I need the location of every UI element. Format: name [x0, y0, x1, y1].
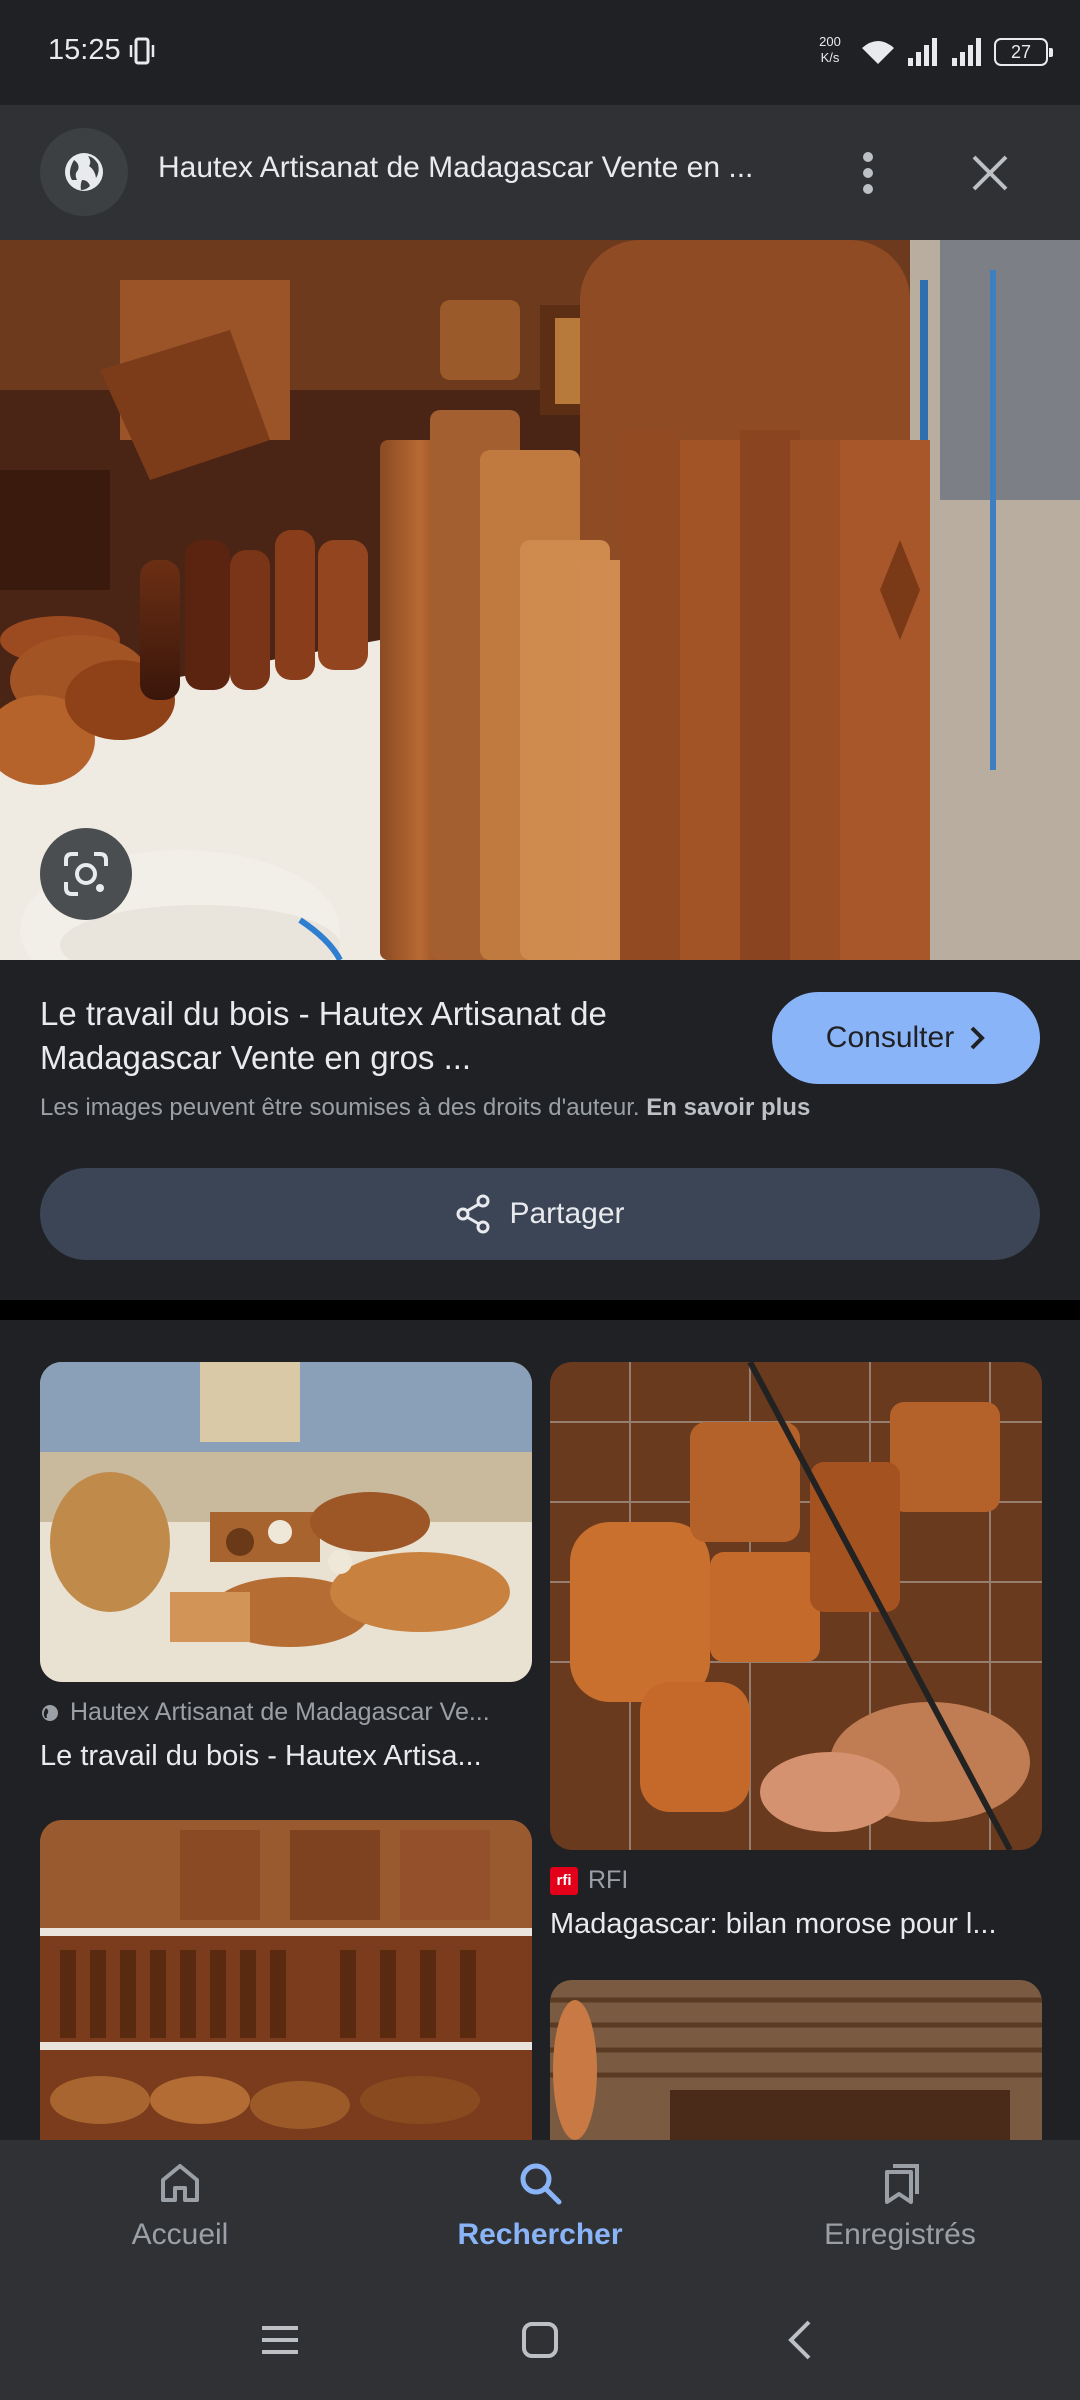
related-image-3[interactable]	[40, 1820, 532, 2140]
related-image-4[interactable]	[550, 1980, 1042, 2140]
rfi-logo-icon: rfi	[550, 1866, 578, 1895]
square-home-icon	[522, 2322, 558, 2358]
net-speed-unit: K/s	[820, 50, 840, 65]
copyright-text: Les images peuvent être soumises à des d…	[40, 1094, 640, 1121]
wood-shelves-photo	[40, 1820, 532, 2140]
recents-button[interactable]	[250, 2314, 310, 2366]
system-navigation-bar	[0, 2280, 1080, 2400]
image-info-panel: Le travail du bois - Hautex Artisanat de…	[0, 960, 1080, 1300]
vibrate-icon	[129, 37, 155, 65]
close-icon[interactable]	[966, 149, 1014, 197]
status-time: 15:25	[48, 34, 121, 66]
nav-search[interactable]: Rechercher	[410, 2160, 670, 2270]
back-button[interactable]	[770, 2314, 830, 2366]
related-source-1-text: Hautex Artisanat de Madagascar Ve...	[70, 1698, 490, 1726]
bottom-navigation: Accueil Rechercher Enregistrés	[0, 2140, 1080, 2280]
related-source-1: Hautex Artisanat de Madagascar Ve...	[40, 1698, 490, 1727]
battery-indicator: 27	[994, 38, 1053, 66]
google-lens-button[interactable]	[40, 828, 132, 920]
menu-icon	[262, 2326, 298, 2354]
wood-crafts-shop-photo	[40, 1362, 532, 1682]
related-image-1[interactable]	[40, 1362, 532, 1682]
nav-home-label: Accueil	[131, 2218, 229, 2251]
share-button[interactable]: Partager	[40, 1168, 1040, 1260]
search-icon	[520, 2163, 562, 2205]
globe-icon	[65, 153, 103, 191]
google-lens-icon	[64, 852, 108, 896]
nav-home[interactable]: Accueil	[50, 2160, 310, 2270]
related-title-1[interactable]: Le travail du bois - Hautex Artisa...	[40, 1740, 482, 1773]
share-label: Partager	[509, 1197, 625, 1230]
viewer-header: Hautex Artisanat de Madagascar Vente en …	[0, 105, 1080, 240]
share-icon	[456, 1194, 490, 1234]
nav-saved[interactable]: Enregistrés	[770, 2160, 1030, 2270]
back-chevron-icon	[788, 2320, 811, 2360]
signal-icon-2	[952, 38, 981, 66]
net-speed-value: 200	[819, 34, 841, 49]
wifi-icon	[862, 41, 894, 64]
leather-bags-photo	[550, 1362, 1042, 1850]
related-source-2-text: RFI	[588, 1866, 629, 1894]
image-title[interactable]: Le travail du bois - Hautex Artisanat de…	[40, 992, 740, 1080]
signal-icon	[908, 38, 937, 66]
site-favicon-button[interactable]	[40, 128, 128, 216]
learn-more-link[interactable]: En savoir plus	[646, 1094, 810, 1121]
related-title-2[interactable]: Madagascar: bilan morose pour l...	[550, 1908, 997, 1941]
more-options-button[interactable]	[848, 143, 888, 203]
visit-button-label: Consulter	[825, 1021, 955, 1054]
section-divider	[0, 1300, 1080, 1320]
more-vert-icon	[863, 152, 873, 194]
related-images-grid: Hautex Artisanat de Madagascar Ve... Le …	[0, 1320, 1080, 2140]
nav-search-label: Rechercher	[457, 2218, 623, 2251]
wood-crafts-photo	[0, 240, 1080, 960]
home-system-button[interactable]	[510, 2314, 570, 2366]
related-image-2[interactable]	[550, 1362, 1042, 1850]
nav-saved-label: Enregistrés	[824, 2218, 976, 2251]
market-stall-photo	[550, 1980, 1042, 2140]
globe-icon	[42, 1704, 58, 1721]
chevron-right-icon	[970, 1026, 986, 1050]
visit-button[interactable]: Consulter	[772, 992, 1040, 1084]
bookmarks-icon	[885, 2164, 919, 2204]
copyright-notice: Les images peuvent être soumises à des d…	[40, 1094, 810, 1122]
page-title[interactable]: Hautex Artisanat de Madagascar Vente en …	[158, 151, 778, 185]
home-icon	[161, 2164, 199, 2202]
main-image[interactable]	[0, 240, 1080, 960]
status-bar: 15:25 200 K/s 27	[0, 0, 1080, 105]
related-source-2: rfi RFI	[550, 1866, 628, 1895]
network-speed: 200 K/s	[812, 34, 848, 66]
